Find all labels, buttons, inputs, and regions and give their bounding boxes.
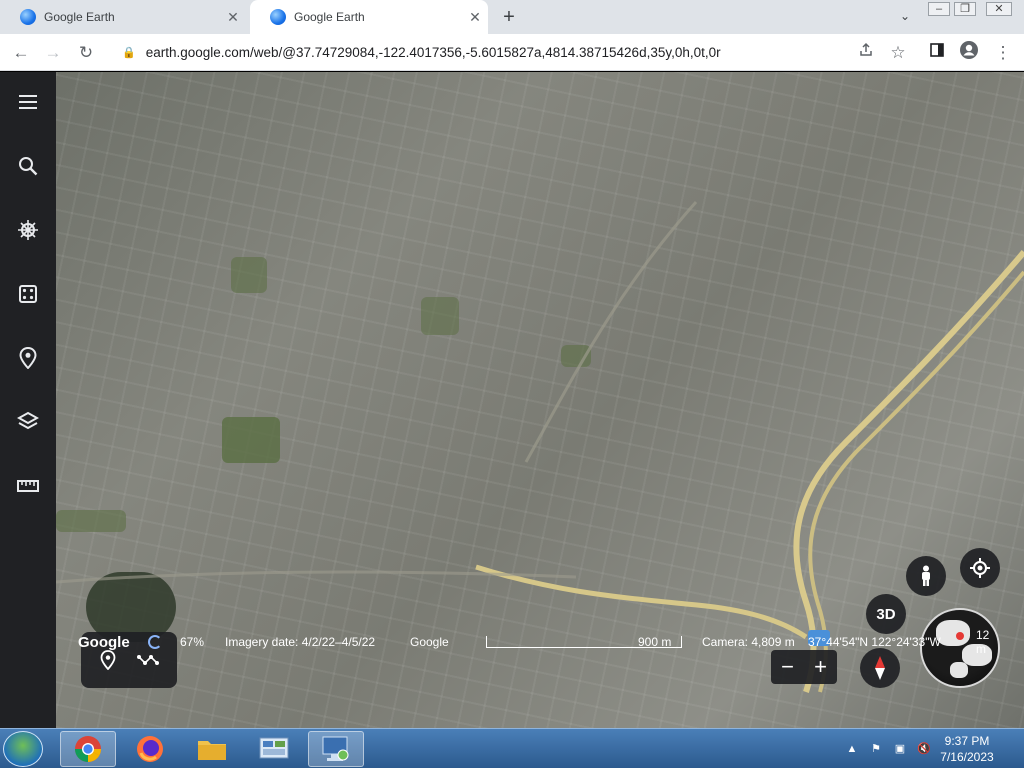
ground-elevation: 12 m — [976, 628, 990, 656]
profile-avatar-icon[interactable] — [956, 40, 982, 66]
tab-title: Google Earth — [44, 10, 115, 24]
taskbar-clock[interactable]: 9:37 PM 7/16/2023 — [932, 733, 1002, 765]
window-close-button[interactable]: ✕ — [986, 2, 1012, 16]
earth-side-rail — [0, 72, 56, 728]
browser-toolbar: ← → ↻ 🔒 earth.google.com/web/@37.7472908… — [0, 34, 1024, 71]
map-status-bar: Google 67% Imagery date: 4/2/22–4/5/22 G… — [56, 628, 989, 656]
restore-button[interactable]: ❐ — [954, 2, 976, 16]
taskbar-remote-desktop-icon[interactable] — [308, 731, 364, 767]
tab-google-earth-2[interactable]: Google Earth ✕ — [250, 0, 488, 34]
tab-search-chevron-icon[interactable]: ⌄ — [895, 6, 915, 26]
loading-spinner-icon — [148, 635, 162, 649]
url-text[interactable]: earth.google.com/web/@37.74729084,-122.4… — [146, 45, 721, 60]
tab-close-icon[interactable]: ✕ — [220, 9, 246, 26]
random-icon[interactable] — [14, 280, 42, 308]
projects-icon[interactable] — [14, 344, 42, 372]
tab-title: Google Earth — [294, 10, 365, 24]
google-earth-favicon-icon — [270, 9, 286, 25]
minimize-button[interactable]: – — [928, 2, 950, 16]
voyager-icon[interactable] — [14, 216, 42, 244]
menu-icon[interactable] — [14, 88, 42, 116]
show-hidden-icons-icon[interactable]: ▲ — [844, 741, 860, 757]
taskbar-control-panel-icon[interactable] — [246, 731, 302, 767]
forward-arrow-icon[interactable]: → — [40, 40, 66, 66]
search-icon[interactable] — [14, 152, 42, 180]
volume-muted-icon[interactable]: 🔇 — [916, 741, 932, 757]
taskbar-chrome-icon[interactable] — [60, 731, 116, 767]
side-panel-icon[interactable] — [924, 40, 950, 66]
google-earth-favicon-icon — [20, 9, 36, 25]
google-logo: Google — [78, 633, 130, 651]
system-tray: ▲ ⚑ ▣ 🔇 9:37 PM 7/16/2023 — [824, 729, 1024, 768]
address-bar[interactable]: 🔒 earth.google.com/web/@37.74729084,-122… — [110, 37, 920, 68]
scale-label[interactable]: 900 m — [638, 635, 671, 649]
tab-strip: Google Earth ✕ Google Earth ✕ + ⌄ – ❐ ✕ — [0, 0, 1024, 34]
back-arrow-icon[interactable]: ← — [8, 40, 34, 66]
data-attribution-link[interactable]: Google — [410, 635, 449, 649]
start-button[interactable] — [3, 731, 43, 767]
map-style-icon[interactable] — [14, 408, 42, 436]
clock-time: 9:37 PM — [944, 734, 990, 748]
tab-google-earth-1[interactable]: Google Earth ✕ — [0, 0, 246, 34]
measure-icon[interactable] — [14, 472, 42, 500]
action-center-flag-icon[interactable]: ⚑ — [868, 741, 884, 757]
pegman-icon[interactable] — [906, 556, 946, 596]
camera-altitude: Camera: 4,809 m — [702, 635, 795, 649]
tab-close-icon[interactable]: ✕ — [462, 9, 488, 26]
network-icon[interactable]: ▣ — [892, 741, 908, 757]
clock-date: 7/16/2023 — [940, 750, 994, 764]
browser-menu-icon[interactable]: ⋮ — [990, 40, 1016, 66]
lock-icon[interactable]: 🔒 — [122, 46, 136, 59]
imagery-date: Imagery date: 4/2/22–4/5/22 — [225, 635, 376, 649]
my-location-icon[interactable] — [960, 548, 1000, 588]
loading-progress: 67% — [180, 635, 205, 649]
reload-icon[interactable]: ↻ — [73, 40, 99, 66]
taskbar-firefox-icon[interactable] — [122, 731, 178, 767]
cursor-coordinates: 37°44'54"N 122°24'33"W — [808, 635, 941, 649]
bookmark-star-icon[interactable]: ☆ — [885, 40, 911, 66]
windows-taskbar: ▲ ⚑ ▣ 🔇 9:37 PM 7/16/2023 — [0, 728, 1024, 768]
share-icon[interactable] — [853, 40, 879, 66]
new-tab-button[interactable]: + — [496, 4, 522, 30]
taskbar-file-explorer-icon[interactable] — [184, 731, 240, 767]
